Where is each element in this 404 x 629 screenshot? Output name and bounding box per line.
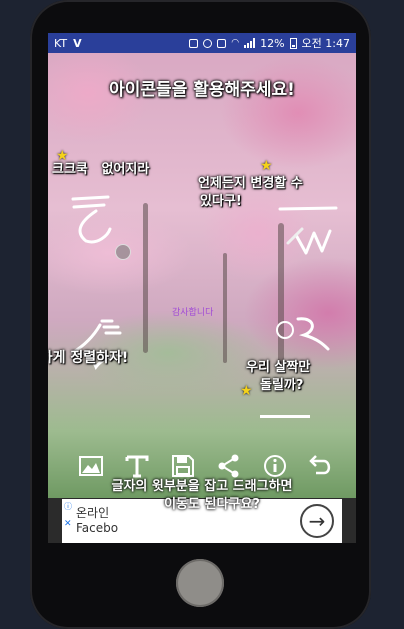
sticker-note-bottom[interactable]: 글자의 윗부분을 잡고 드래그하면 이동도 된다구요? xyxy=(48,478,356,514)
doodle-scribble-1[interactable] xyxy=(68,193,118,248)
alarm-icon xyxy=(203,38,213,48)
carrier-label: KT xyxy=(54,36,68,50)
text-icon[interactable] xyxy=(122,451,152,481)
close-icon[interactable]: ✕ xyxy=(64,519,72,529)
status-bar: KT Ⅴ ◠ 12% 오전 1:47 xyxy=(48,33,356,53)
vibrate-icon xyxy=(217,38,227,48)
sticker-note-mid-left[interactable]: 깔끔하게 정렬하자! xyxy=(48,349,128,367)
doodle-scribble-2[interactable] xyxy=(276,203,346,263)
lock-icon xyxy=(189,38,199,48)
star-icon: ★ xyxy=(260,158,273,174)
underline-stroke xyxy=(260,415,310,418)
notification-icon: Ⅴ xyxy=(73,36,82,50)
undo-icon[interactable] xyxy=(306,451,336,481)
image-icon[interactable] xyxy=(76,451,106,481)
clock: 오전 1:47 xyxy=(301,37,350,50)
sticker-note-mid-right[interactable]: 우리 살짝만 돌릴까? xyxy=(246,359,310,395)
doodle-scribble-3[interactable] xyxy=(62,317,142,377)
doodle-scribble-4[interactable] xyxy=(288,313,338,353)
rotate-handle-icon[interactable] xyxy=(115,244,131,260)
home-button[interactable] xyxy=(176,559,224,607)
photo-canvas[interactable]: 아이콘들을 활용해주세요! 크크쿡 없어지라 ★ 언제든지 변경할 수 있다구!… xyxy=(48,53,356,498)
screen: KT Ⅴ ◠ 12% 오전 1:47 아이콘들을 활용해주세요! 크크쿡 없어지… xyxy=(48,33,356,543)
battery-icon xyxy=(289,37,297,49)
thanks-text[interactable]: 감사합니다 xyxy=(172,305,213,318)
battery-percent: 12% xyxy=(260,36,285,50)
star-icon: ★ xyxy=(240,383,253,399)
save-icon[interactable] xyxy=(168,451,198,481)
star-icon: ★ xyxy=(56,148,69,164)
page-title[interactable]: 아이콘들을 활용해주세요! xyxy=(48,75,356,100)
share-icon[interactable] xyxy=(214,451,244,481)
signal-icon xyxy=(244,38,256,48)
info-icon[interactable] xyxy=(260,451,290,481)
wifi-icon: ◠ xyxy=(231,38,240,48)
